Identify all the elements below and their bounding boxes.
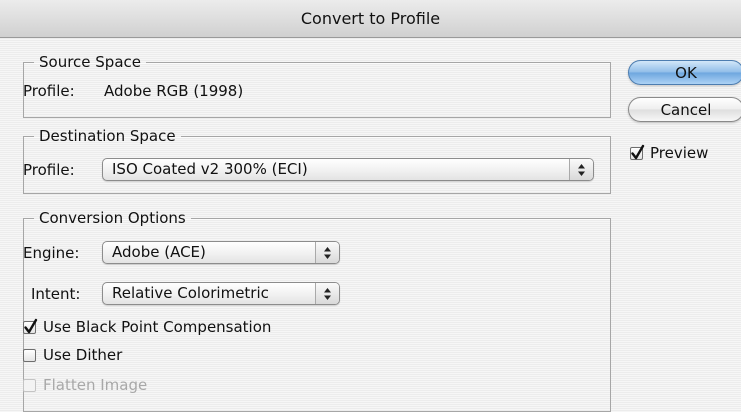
source-profile-label: Profile: <box>23 82 75 100</box>
destination-space-legend: Destination Space <box>39 127 176 145</box>
engine-label: Engine: <box>23 244 80 262</box>
window-title: Convert to Profile <box>300 9 441 28</box>
intent-value: Relative Colorimetric <box>112 284 269 302</box>
checkmark-icon <box>24 318 38 333</box>
flatten-image-checkbox[interactable]: Flatten Image <box>23 375 147 395</box>
source-space-legend: Source Space <box>39 53 141 71</box>
checkbox-box <box>23 318 38 334</box>
intent-label: Intent: <box>31 285 81 303</box>
black-point-compensation-checkbox[interactable]: Use Black Point Compensation <box>23 317 271 337</box>
cancel-button-label: Cancel <box>660 100 712 119</box>
popup-arrows-icon <box>569 159 593 180</box>
intent-popup[interactable]: Relative Colorimetric <box>102 282 340 305</box>
conversion-options-legend: Conversion Options <box>39 209 186 227</box>
black-point-compensation-label: Use Black Point Compensation <box>43 318 272 336</box>
engine-popup[interactable]: Adobe (ACE) <box>102 241 340 264</box>
popup-arrows-icon <box>315 283 339 304</box>
window-titlebar[interactable]: Convert to Profile <box>0 0 741 38</box>
flatten-image-label: Flatten Image <box>43 376 148 394</box>
engine-value: Adobe (ACE) <box>112 243 206 261</box>
preview-label: Preview <box>650 144 709 162</box>
checkbox-box <box>23 348 36 362</box>
destination-profile-popup[interactable]: ISO Coated v2 300% (ECI) <box>102 158 594 181</box>
destination-profile-value: ISO Coated v2 300% (ECI) <box>112 160 308 178</box>
popup-arrows-icon <box>315 242 339 263</box>
ok-button-label: OK <box>675 63 697 82</box>
destination-profile-label: Profile: <box>23 161 75 179</box>
use-dither-checkbox[interactable]: Use Dither <box>23 345 122 365</box>
checkbox-box <box>630 144 645 160</box>
preview-checkbox[interactable]: Preview <box>630 143 708 163</box>
use-dither-label: Use Dither <box>43 346 123 364</box>
ok-button[interactable]: OK <box>628 60 741 85</box>
checkbox-box <box>23 378 36 392</box>
source-profile-value: Adobe RGB (1998) <box>104 82 244 100</box>
cancel-button[interactable]: Cancel <box>628 97 741 122</box>
checkmark-icon <box>631 144 645 159</box>
